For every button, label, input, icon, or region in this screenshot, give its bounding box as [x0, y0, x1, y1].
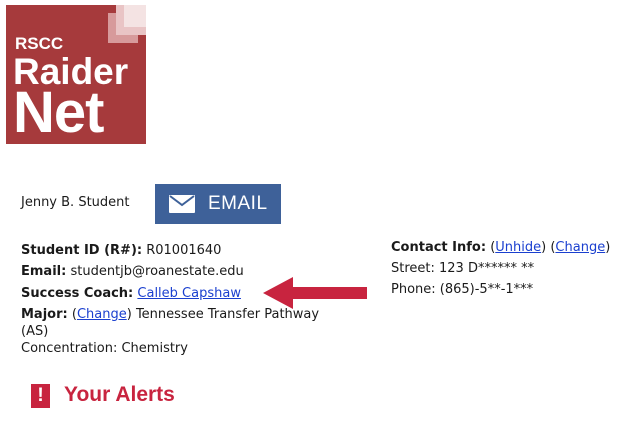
email-value: studentjb@roanestate.edu [70, 264, 244, 279]
contact-unhide-link[interactable]: Unhide [495, 240, 541, 255]
logo-decor [124, 5, 146, 27]
contact-phone: Phone: (865)-5**-1*** [391, 282, 534, 297]
logo-text-net: Net [13, 80, 104, 144]
contact-street: Street: 123 D****** ** [391, 261, 535, 276]
major-value-cont: (AS) [21, 324, 49, 339]
email-row: Email: studentjb@roanestate.edu [21, 261, 244, 282]
email-button-label: EMAIL [208, 193, 268, 214]
annotation-arrow-icon [263, 277, 367, 309]
contact-info: Contact Info: (Unhide) (Change) Street: … [391, 237, 610, 300]
contact-header: Contact Info: (Unhide) (Change) [391, 240, 611, 255]
raidernet-logo[interactable]: RSCC Raider Net [6, 5, 146, 144]
major-change-link[interactable]: Change [77, 307, 127, 322]
envelope-icon [169, 195, 195, 213]
contact-info-label: Contact Info: [391, 240, 487, 255]
success-coach-row: Success Coach: Calleb Capshaw [21, 283, 241, 304]
major-label: Major: [21, 307, 68, 322]
concentration-value: Concentration: Chemistry [21, 341, 188, 356]
student-id-value: R01001640 [146, 243, 222, 258]
student-id-label: Student ID (R#): [21, 243, 143, 258]
email-label: Email: [21, 264, 67, 279]
success-coach-link[interactable]: Calleb Capshaw [137, 286, 241, 301]
logo-text-rscc: RSCC [15, 34, 64, 53]
email-button[interactable]: EMAIL [155, 184, 281, 224]
exclamation-icon: ! [31, 384, 50, 408]
concentration-row: Concentration: Chemistry [21, 338, 188, 359]
student-name: Jenny B. Student [21, 195, 130, 210]
alerts-heading: Your Alerts [64, 383, 175, 406]
student-id-row: Student ID (R#): R01001640 [21, 240, 221, 261]
success-coach-label: Success Coach: [21, 286, 134, 301]
contact-change-link[interactable]: Change [555, 240, 605, 255]
